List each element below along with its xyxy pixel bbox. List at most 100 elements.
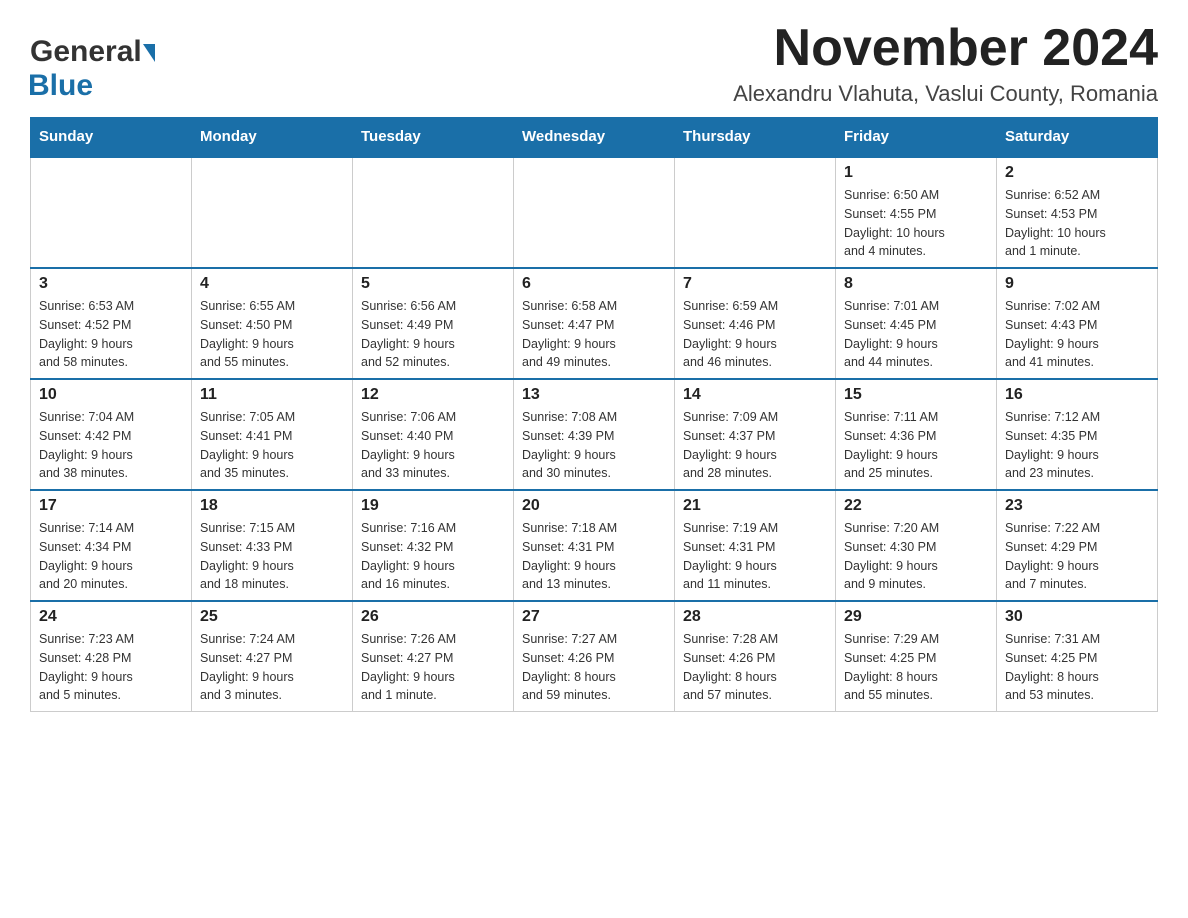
calendar-cell: 21 Sunrise: 7:19 AM Sunset: 4:31 PM Dayli… (675, 490, 836, 601)
logo-general-text: General (30, 35, 142, 69)
day-info: Sunrise: 6:56 AM Sunset: 4:49 PM Dayligh… (361, 297, 505, 372)
day-number: 8 (844, 275, 988, 293)
calendar-cell (192, 157, 353, 269)
calendar-cell: 20 Sunrise: 7:18 AM Sunset: 4:31 PM Dayli… (514, 490, 675, 601)
day-number: 25 (200, 608, 344, 626)
day-info: Sunrise: 6:53 AM Sunset: 4:52 PM Dayligh… (39, 297, 183, 372)
day-info: Sunrise: 7:11 AM Sunset: 4:36 PM Dayligh… (844, 408, 988, 483)
calendar-cell: 27 Sunrise: 7:27 AM Sunset: 4:26 PM Dayli… (514, 601, 675, 712)
calendar-week-1: 1 Sunrise: 6:50 AM Sunset: 4:55 PM Daylig… (31, 157, 1158, 269)
calendar-cell: 8 Sunrise: 7:01 AM Sunset: 4:45 PM Daylig… (836, 268, 997, 379)
month-title: November 2024 (733, 20, 1158, 77)
calendar-cell: 12 Sunrise: 7:06 AM Sunset: 4:40 PM Dayli… (353, 379, 514, 490)
day-info: Sunrise: 7:02 AM Sunset: 4:43 PM Dayligh… (1005, 297, 1149, 372)
weekday-header-monday: Monday (192, 118, 353, 157)
day-number: 27 (522, 608, 666, 626)
day-info: Sunrise: 7:24 AM Sunset: 4:27 PM Dayligh… (200, 630, 344, 705)
day-number: 13 (522, 386, 666, 404)
calendar-cell (353, 157, 514, 269)
calendar-cell: 2 Sunrise: 6:52 AM Sunset: 4:53 PM Daylig… (997, 157, 1158, 269)
day-number: 17 (39, 497, 183, 515)
calendar-cell: 5 Sunrise: 6:56 AM Sunset: 4:49 PM Daylig… (353, 268, 514, 379)
calendar-cell: 30 Sunrise: 7:31 AM Sunset: 4:25 PM Dayli… (997, 601, 1158, 712)
day-number: 6 (522, 275, 666, 293)
day-info: Sunrise: 7:06 AM Sunset: 4:40 PM Dayligh… (361, 408, 505, 483)
day-info: Sunrise: 7:23 AM Sunset: 4:28 PM Dayligh… (39, 630, 183, 705)
day-info: Sunrise: 7:04 AM Sunset: 4:42 PM Dayligh… (39, 408, 183, 483)
weekday-header-friday: Friday (836, 118, 997, 157)
day-info: Sunrise: 7:19 AM Sunset: 4:31 PM Dayligh… (683, 519, 827, 594)
calendar-cell: 13Sunrise: 7:08 AM Sunset: 4:39 PM Dayli… (514, 379, 675, 490)
logo: General Blue (30, 35, 155, 103)
day-number: 7 (683, 275, 827, 293)
calendar-cell (31, 157, 192, 269)
day-number: 23 (1005, 497, 1149, 515)
page-header: General Blue November 2024 Alexandru Vla… (30, 20, 1158, 107)
day-number: 4 (200, 275, 344, 293)
day-info: Sunrise: 7:09 AM Sunset: 4:37 PM Dayligh… (683, 408, 827, 483)
weekday-header-saturday: Saturday (997, 118, 1158, 157)
day-number: 2 (1005, 164, 1149, 182)
day-number: 18 (200, 497, 344, 515)
calendar-cell: 3 Sunrise: 6:53 AM Sunset: 4:52 PM Daylig… (31, 268, 192, 379)
weekday-header-wednesday: Wednesday (514, 118, 675, 157)
calendar-cell: 14Sunrise: 7:09 AM Sunset: 4:37 PM Dayli… (675, 379, 836, 490)
logo-arrow-icon (143, 44, 155, 62)
day-info: Sunrise: 7:12 AM Sunset: 4:35 PM Dayligh… (1005, 408, 1149, 483)
day-number: 16 (1005, 386, 1149, 404)
weekday-header-thursday: Thursday (675, 118, 836, 157)
calendar-cell: 28 Sunrise: 7:28 AM Sunset: 4:26 PM Dayli… (675, 601, 836, 712)
calendar-cell: 19 Sunrise: 7:16 AM Sunset: 4:32 PM Dayli… (353, 490, 514, 601)
day-number: 12 (361, 386, 505, 404)
calendar-week-5: 24 Sunrise: 7:23 AM Sunset: 4:28 PM Dayli… (31, 601, 1158, 712)
day-info: Sunrise: 7:31 AM Sunset: 4:25 PM Dayligh… (1005, 630, 1149, 705)
day-info: Sunrise: 6:59 AM Sunset: 4:46 PM Dayligh… (683, 297, 827, 372)
calendar-cell: 11Sunrise: 7:05 AM Sunset: 4:41 PM Dayli… (192, 379, 353, 490)
day-number: 3 (39, 275, 183, 293)
day-info: Sunrise: 6:52 AM Sunset: 4:53 PM Dayligh… (1005, 186, 1149, 261)
day-number: 21 (683, 497, 827, 515)
day-info: Sunrise: 7:27 AM Sunset: 4:26 PM Dayligh… (522, 630, 666, 705)
calendar-cell: 6 Sunrise: 6:58 AM Sunset: 4:47 PM Daylig… (514, 268, 675, 379)
calendar-cell: 29 Sunrise: 7:29 AM Sunset: 4:25 PM Dayli… (836, 601, 997, 712)
day-number: 1 (844, 164, 988, 182)
day-info: Sunrise: 7:16 AM Sunset: 4:32 PM Dayligh… (361, 519, 505, 594)
day-info: Sunrise: 7:20 AM Sunset: 4:30 PM Dayligh… (844, 519, 988, 594)
calendar-cell: 9 Sunrise: 7:02 AM Sunset: 4:43 PM Daylig… (997, 268, 1158, 379)
title-area: November 2024 Alexandru Vlahuta, Vaslui … (733, 20, 1158, 107)
day-number: 20 (522, 497, 666, 515)
weekday-header-row: SundayMondayTuesdayWednesdayThursdayFrid… (31, 118, 1158, 157)
location-title: Alexandru Vlahuta, Vaslui County, Romani… (733, 81, 1158, 107)
weekday-header-sunday: Sunday (31, 118, 192, 157)
day-number: 5 (361, 275, 505, 293)
day-number: 24 (39, 608, 183, 626)
calendar-week-3: 10 Sunrise: 7:04 AM Sunset: 4:42 PM Dayli… (31, 379, 1158, 490)
day-number: 26 (361, 608, 505, 626)
day-number: 10 (39, 386, 183, 404)
calendar-cell: 7 Sunrise: 6:59 AM Sunset: 4:46 PM Daylig… (675, 268, 836, 379)
calendar-cell: 26Sunrise: 7:26 AM Sunset: 4:27 PM Dayli… (353, 601, 514, 712)
day-info: Sunrise: 7:15 AM Sunset: 4:33 PM Dayligh… (200, 519, 344, 594)
day-number: 11 (200, 386, 344, 404)
day-number: 29 (844, 608, 988, 626)
calendar-cell (675, 157, 836, 269)
calendar-cell: 4Sunrise: 6:55 AM Sunset: 4:50 PM Daylig… (192, 268, 353, 379)
calendar-week-2: 3 Sunrise: 6:53 AM Sunset: 4:52 PM Daylig… (31, 268, 1158, 379)
day-number: 9 (1005, 275, 1149, 293)
day-info: Sunrise: 7:18 AM Sunset: 4:31 PM Dayligh… (522, 519, 666, 594)
day-number: 30 (1005, 608, 1149, 626)
day-info: Sunrise: 7:22 AM Sunset: 4:29 PM Dayligh… (1005, 519, 1149, 594)
calendar-cell: 22Sunrise: 7:20 AM Sunset: 4:30 PM Dayli… (836, 490, 997, 601)
day-info: Sunrise: 6:50 AM Sunset: 4:55 PM Dayligh… (844, 186, 988, 261)
calendar-cell: 24 Sunrise: 7:23 AM Sunset: 4:28 PM Dayli… (31, 601, 192, 712)
day-number: 19 (361, 497, 505, 515)
day-info: Sunrise: 7:01 AM Sunset: 4:45 PM Dayligh… (844, 297, 988, 372)
calendar-cell: 1 Sunrise: 6:50 AM Sunset: 4:55 PM Daylig… (836, 157, 997, 269)
calendar-cell (514, 157, 675, 269)
day-info: Sunrise: 7:29 AM Sunset: 4:25 PM Dayligh… (844, 630, 988, 705)
day-info: Sunrise: 6:58 AM Sunset: 4:47 PM Dayligh… (522, 297, 666, 372)
day-number: 28 (683, 608, 827, 626)
day-info: Sunrise: 7:28 AM Sunset: 4:26 PM Dayligh… (683, 630, 827, 705)
calendar-cell: 18 Sunrise: 7:15 AM Sunset: 4:33 PM Dayli… (192, 490, 353, 601)
calendar-cell: 25 Sunrise: 7:24 AM Sunset: 4:27 PM Dayli… (192, 601, 353, 712)
